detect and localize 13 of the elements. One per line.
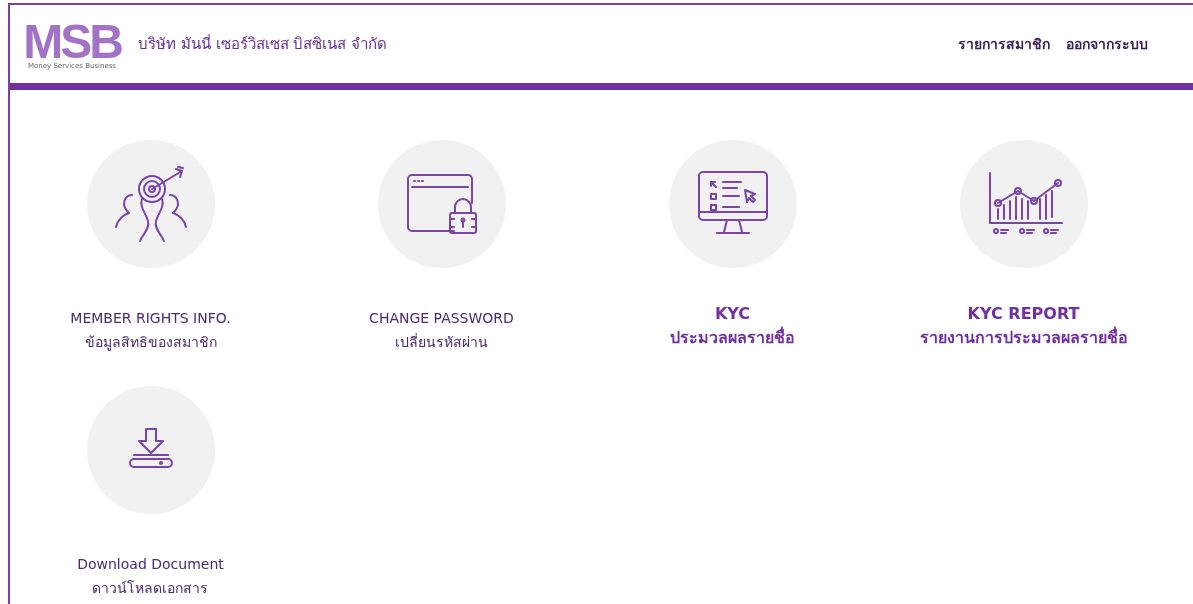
menu-subtitle[interactable]: ประมวลผลรายชื่อ (670, 326, 795, 350)
menu-subtitle[interactable]: รายงานการประมวลผลรายชื่อ (919, 326, 1128, 350)
menu-title[interactable]: MEMBER RIGHTS INFO. (70, 306, 231, 330)
nav-link[interactable]: รายการสมาชิก (958, 33, 1050, 55)
menu-subtitle[interactable]: ข้อมูลสิทธิของสมาชิก (70, 330, 231, 354)
menu-subtitle[interactable]: เปลี่ยนรหัสผ่าน (369, 330, 514, 354)
menu-title[interactable]: CHANGE PASSWORD (369, 306, 514, 330)
menu-title[interactable]: Download Document (77, 552, 224, 576)
company-name: บริษัท มันนี่ เซอร์วิสเซส บิสซิเนส จำกัด (138, 33, 388, 55)
menu-title[interactable]: KYC (670, 302, 795, 326)
menu-subtitle[interactable]: ดาวน์โหลดเอกสาร (77, 576, 224, 600)
menu-title[interactable]: KYC REPORT (919, 302, 1128, 326)
nav-link[interactable]: ออกจากระบบ (1066, 33, 1148, 55)
